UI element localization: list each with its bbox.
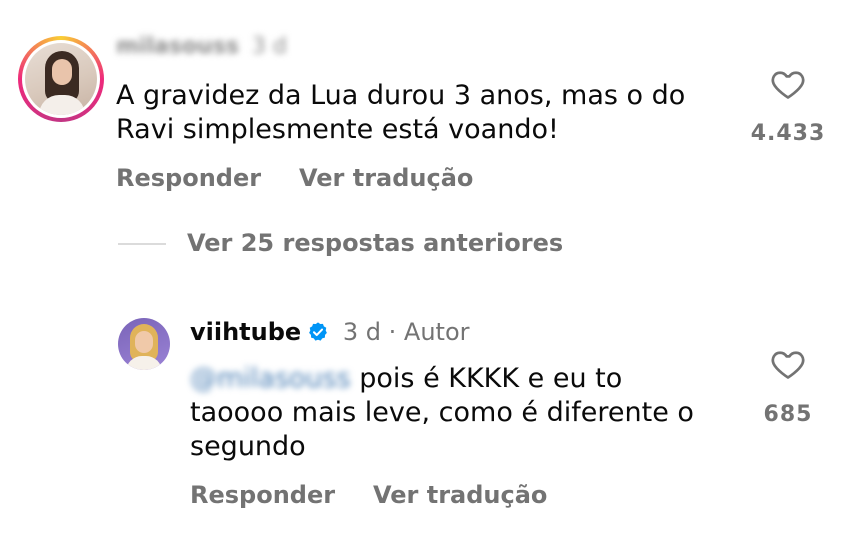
comment2-reply-button[interactable]: Responder [190, 481, 335, 509]
avatar[interactable] [118, 318, 170, 370]
avatar [25, 43, 97, 115]
comment1-reply-button[interactable]: Responder [116, 164, 261, 192]
avatar-face [52, 59, 72, 85]
comment1-text-line: Ravi simplesmente está voando! [116, 114, 559, 145]
comment2-separator: · [388, 318, 397, 346]
heart-icon[interactable] [768, 346, 808, 382]
comment1-time: 3 d [251, 34, 287, 59]
heart-icon[interactable] [768, 66, 808, 102]
replies-divider [118, 243, 166, 245]
comment1-translate-button[interactable]: Ver tradução [299, 164, 473, 192]
comment1-like-count: 4.433 [750, 121, 826, 146]
comment1-text: A gravidez da Lua durou 3 anos, mas o do… [116, 79, 756, 147]
story-avatar-ring[interactable] [18, 36, 104, 122]
mention-link[interactable]: @milasouss [190, 363, 351, 394]
author-badge: Autor [403, 318, 470, 346]
avatar-face [135, 331, 153, 353]
comment2-text-line: @milasouss pois é KKKK e eu to [190, 362, 750, 396]
comment2-text: @milasouss pois é KKKK e eu to taoooo ma… [190, 362, 750, 464]
avatar-gap [22, 40, 100, 118]
comment2-header: viihtube 3 d · Autor [190, 318, 470, 346]
avatar-body [39, 95, 85, 115]
comment2-text-line: taoooo mais leve, como é diferente o [190, 397, 694, 428]
view-previous-replies-button[interactable]: Ver 25 respostas anteriores [187, 229, 563, 257]
comment2-text-segment: pois é KKKK e eu to [350, 363, 623, 394]
comment1-text-line: A gravidez da Lua durou 3 anos, mas o do [116, 80, 686, 111]
comment2-time: 3 d [342, 318, 381, 346]
comment1-username[interactable]: milasouss [116, 34, 239, 59]
comment2-translate-button[interactable]: Ver tradução [373, 481, 547, 509]
verified-badge-icon [309, 322, 328, 341]
comment2-username[interactable]: viihtube [190, 318, 301, 346]
comment1-header: milasouss 3 d [116, 34, 287, 59]
comment2-like-count: 685 [763, 402, 813, 427]
comment2-text-line: segundo [190, 431, 306, 462]
